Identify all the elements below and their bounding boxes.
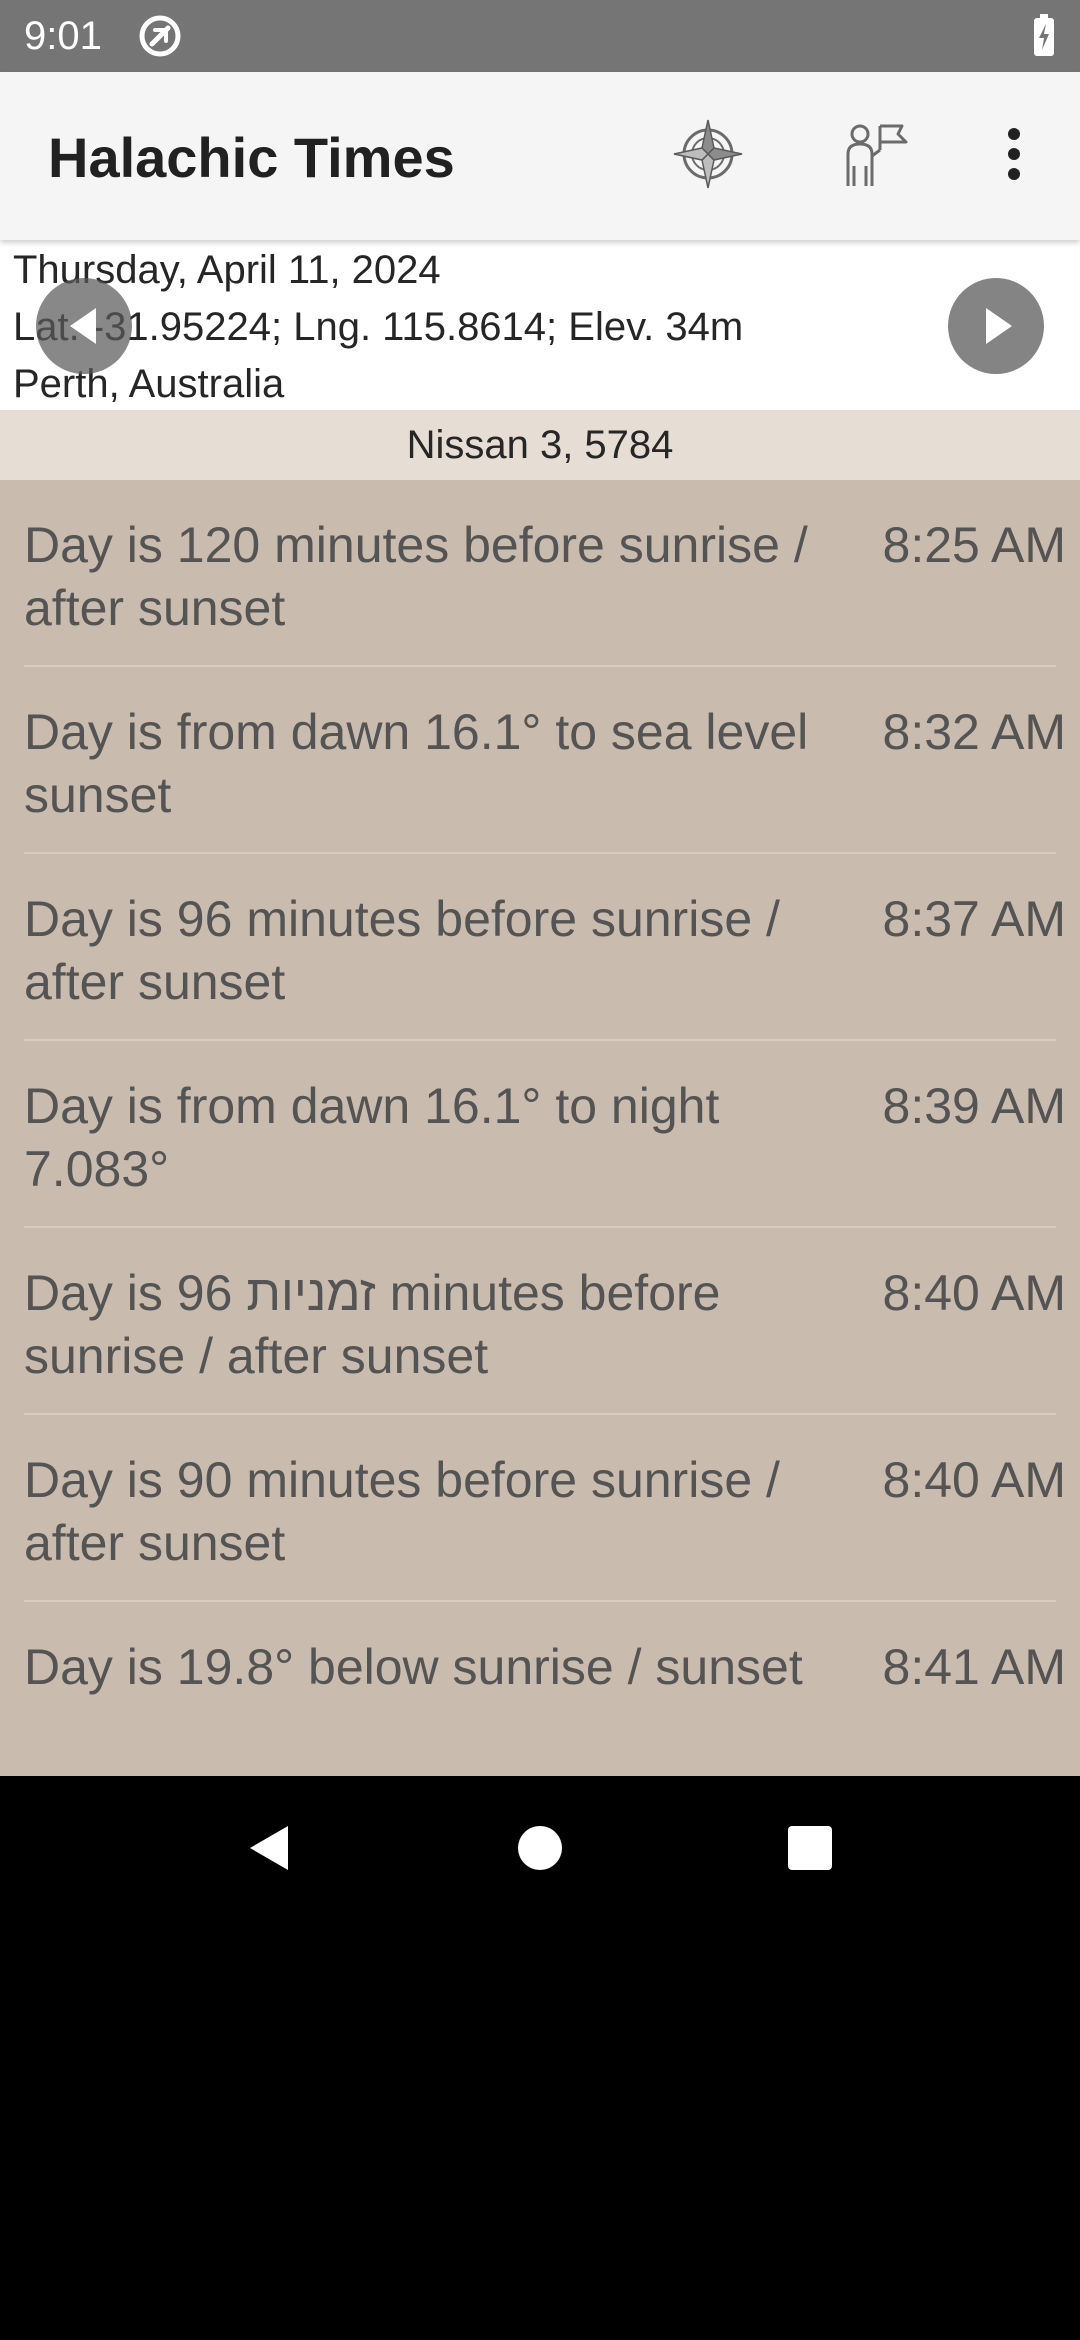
battery-charging-icon: [1030, 14, 1058, 58]
previous-day-button[interactable]: [36, 278, 132, 374]
list-item[interactable]: Day is 19.8° below sunrise / sunset 8:41…: [0, 1602, 1080, 1776]
zmanim-icon: [836, 114, 916, 199]
list-item[interactable]: Day is from dawn 16.1° to sea level suns…: [0, 667, 1080, 854]
status-bar: 9:01: [0, 0, 1080, 72]
home-button[interactable]: [492, 1800, 588, 1896]
list-item[interactable]: Day is from dawn 16.1° to night 7.083° 8…: [0, 1041, 1080, 1228]
screen: 9:01 Halachic Times Thursday, April 11, …: [0, 0, 1080, 2340]
location-header: Thursday, April 11, 2024 Lat. -31.95224;…: [0, 240, 1080, 410]
zman-label: Day is 19.8° below sunrise / sunset: [24, 1639, 803, 1695]
recents-square-icon: [762, 1826, 858, 1900]
zman-time: 8:25 AM: [882, 517, 1066, 573]
app-title: Halachic Times: [48, 126, 455, 189]
hebrew-date: Nissan 3, 5784: [0, 410, 1080, 480]
more-vert-icon: [1004, 124, 1024, 189]
compass-button[interactable]: [658, 106, 758, 206]
zmanim-button[interactable]: [826, 106, 926, 206]
zman-time: 8:39 AM: [882, 1078, 1066, 1134]
zman-time: 8:32 AM: [882, 704, 1066, 760]
zman-time: 8:40 AM: [882, 1452, 1066, 1508]
back-button[interactable]: [222, 1800, 318, 1896]
app-bar: Halachic Times: [0, 72, 1080, 240]
compass-icon: [668, 114, 748, 199]
zman-label: Day is from dawn 16.1° to night 7.083°: [24, 1078, 720, 1197]
list-item[interactable]: Day is 96 minutes before sunrise / after…: [0, 854, 1080, 1041]
list-item[interactable]: Day is 96 זמניות minutes before sunrise …: [0, 1228, 1080, 1415]
list-item[interactable]: Day is 90 minutes before sunrise / after…: [0, 1415, 1080, 1602]
zman-label: Day is 96 זמניות minutes before sunrise …: [24, 1265, 721, 1384]
home-circle-icon: [492, 1826, 588, 1900]
back-triangle-icon: [222, 1826, 318, 1900]
status-time: 9:01: [24, 14, 102, 58]
zman-time: 8:40 AM: [882, 1265, 1066, 1321]
list-item[interactable]: Day is 120 minutes before sunrise / afte…: [0, 480, 1080, 667]
more-options-button[interactable]: [964, 106, 1064, 206]
recents-button[interactable]: [762, 1800, 858, 1896]
zman-time: 8:41 AM: [882, 1639, 1066, 1695]
zman-time: 8:37 AM: [882, 891, 1066, 947]
at-sign-icon: [138, 14, 182, 58]
system-nav-bar: [0, 1776, 1080, 1920]
zman-label: Day is 96 minutes before sunrise / after…: [24, 891, 780, 1010]
next-day-button[interactable]: [948, 278, 1044, 374]
zman-label: Day is 120 minutes before sunrise / afte…: [24, 517, 808, 636]
zmanim-list: Day is 120 minutes before sunrise / afte…: [0, 480, 1080, 1776]
zman-label: Day is from dawn 16.1° to sea level suns…: [24, 704, 809, 823]
zman-label: Day is 90 minutes before sunrise / after…: [24, 1452, 780, 1571]
